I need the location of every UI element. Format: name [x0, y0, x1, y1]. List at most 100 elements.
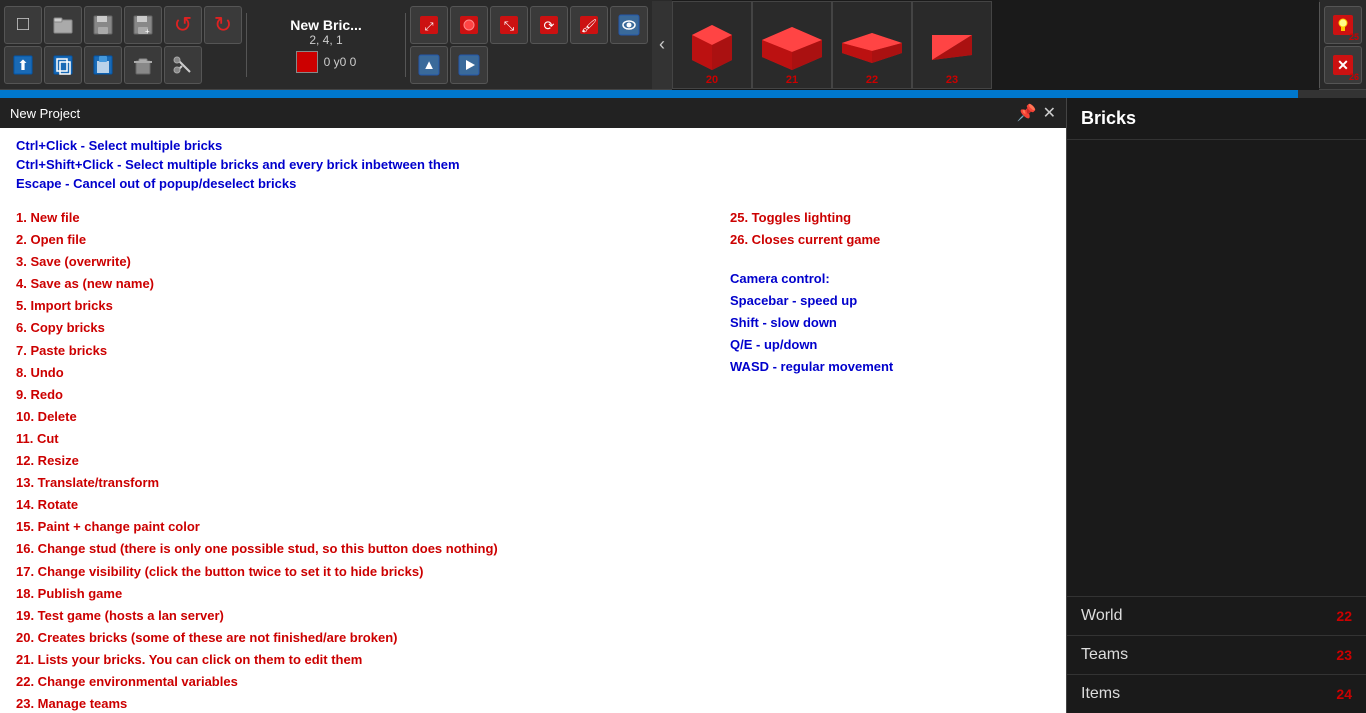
help-main-section: 1. New file2. Open file3. Save (overwrit… [16, 207, 1050, 713]
brick-num-20: 20 [706, 74, 718, 86]
resize-button[interactable]: ⤡ [490, 6, 528, 44]
camera-control-item: Shift - slow down [730, 312, 1050, 334]
help-item: 9. Redo [16, 384, 690, 406]
help-item: 17. Change visibility (click the button … [16, 561, 690, 583]
main-layout: New Project 📌 ✕ Ctrl+Click - Select mult… [0, 98, 1366, 713]
brick-item-21[interactable]: 21 [752, 1, 832, 89]
bricks-display-panel [1067, 140, 1366, 596]
help-item: 11. Cut [16, 428, 690, 450]
copy-bricks-button[interactable] [44, 46, 82, 84]
save-button[interactable] [84, 6, 122, 44]
brick-num-23: 23 [946, 74, 958, 86]
toolbar-center-section: New Bric... 2, 4, 1 0 y0 0 [246, 13, 406, 77]
toolbar-mid-row-2: ▲ [410, 46, 648, 84]
camera-control-title: Camera control: [730, 271, 1050, 286]
xyz-display: 0 y0 0 [324, 55, 357, 69]
brick-item-23[interactable]: 23 [912, 1, 992, 89]
test-game-button[interactable] [450, 46, 488, 84]
import-bricks-button[interactable]: ⬆ [4, 46, 42, 84]
delete-button[interactable] [124, 46, 162, 84]
toolbar-row-2: ⬆ [4, 46, 242, 84]
pin-icon[interactable]: 📌 [1017, 103, 1037, 123]
help-item: 10. Delete [16, 406, 690, 428]
translate-button[interactable]: ⤢ [410, 6, 448, 44]
help-item: 5. Import bricks [16, 295, 690, 317]
project-bar-icons: 📌 ✕ [1017, 103, 1056, 123]
new-file-button[interactable]: □ [4, 6, 42, 44]
help-item: 1. New file [16, 207, 690, 229]
help-item: 15. Paint + change paint color [16, 516, 690, 538]
svg-text:🖌: 🖌 [581, 18, 598, 33]
help-content: Ctrl+Click - Select multiple bricks Ctrl… [0, 128, 1066, 713]
eye-visibility-button[interactable] [610, 6, 648, 44]
help-item: 8. Undo [16, 362, 690, 384]
camera-control-item: Q/E - up/down [730, 334, 1050, 356]
sidebar-title: Bricks [1067, 98, 1366, 140]
toolbar-mid-section: ⤢ ⤡ ⟳ 🖌 ▲ [406, 2, 652, 88]
toolbar-right-extra: 25 ✕ 26 [1319, 2, 1366, 88]
progress-bar-fill [0, 90, 1298, 98]
items-label: Items [1081, 685, 1120, 703]
camera-control-item: WASD - regular movement [730, 356, 1050, 378]
help-item: 19. Test game (hosts a lan server) [16, 605, 690, 627]
toolbar-mid-row-1: ⤢ ⤡ ⟳ 🖌 [410, 6, 648, 44]
help-item: 23. Manage teams [16, 693, 690, 713]
items-num: 24 [1336, 686, 1352, 702]
save-as-button[interactable]: + [124, 6, 162, 44]
help-item: 6. Copy bricks [16, 317, 690, 339]
teams-label: Teams [1081, 646, 1128, 664]
help-item-right: 26. Closes current game [730, 229, 1050, 251]
help-item: 4. Save as (new name) [16, 273, 690, 295]
brick-item-22[interactable]: 22 [832, 1, 912, 89]
brick-num-22: 22 [866, 74, 878, 86]
redo-button[interactable]: ↻ [204, 6, 242, 44]
publish-button[interactable]: ▲ [410, 46, 448, 84]
undo-button[interactable]: ↺ [164, 6, 202, 44]
help-item: 14. Rotate [16, 494, 690, 516]
project-title-display: New Bric... [290, 17, 362, 33]
sidebar-item-world[interactable]: World 22 [1067, 596, 1366, 635]
content-area: New Project 📌 ✕ Ctrl+Click - Select mult… [0, 98, 1066, 713]
brick-nav-left[interactable]: ‹ [652, 1, 672, 89]
rotate-button[interactable]: ⟳ [530, 6, 568, 44]
svg-text:⬆: ⬆ [17, 57, 29, 73]
help-item: 20. Creates bricks (some of these are no… [16, 627, 690, 649]
close-game-button[interactable]: ✕ 26 [1324, 46, 1362, 84]
svg-text:▲: ▲ [423, 57, 436, 72]
help-item: 21. Lists your bricks. You can click on … [16, 649, 690, 671]
svg-text:⤡: ⤡ [504, 18, 515, 33]
right-sidebar: Bricks World 22 Teams 23 Items 24 [1066, 98, 1366, 713]
world-num: 22 [1336, 608, 1352, 624]
shortcut-line-2: Ctrl+Shift+Click - Select multiple brick… [16, 157, 1050, 172]
brick-num-21: 21 [786, 74, 798, 86]
sidebar-item-items[interactable]: Items 24 [1067, 674, 1366, 713]
teams-num: 23 [1336, 647, 1352, 663]
sidebar-item-teams[interactable]: Teams 23 [1067, 635, 1366, 674]
color-row: 0 y0 0 [296, 51, 357, 73]
shortcut-line-3: Escape - Cancel out of popup/deselect br… [16, 176, 1050, 191]
help-item: 18. Publish game [16, 583, 690, 605]
world-label: World [1081, 607, 1123, 625]
main-toolbar: □ + ↺ ↻ ⬆ [0, 0, 1366, 90]
help-right-column: 25. Toggles lighting26. Closes current g… [730, 207, 1050, 713]
color-swatch[interactable] [296, 51, 318, 73]
open-file-button[interactable] [44, 6, 82, 44]
coordinates-display: 2, 4, 1 [309, 33, 342, 47]
close-project-icon[interactable]: ✕ [1043, 103, 1056, 123]
stud-button[interactable] [450, 6, 488, 44]
project-bar: New Project 📌 ✕ [0, 98, 1066, 128]
camera-control-item: Spacebar - speed up [730, 290, 1050, 312]
svg-text:⟳: ⟳ [544, 18, 555, 33]
svg-text:+: + [145, 27, 150, 36]
paste-bricks-button[interactable] [84, 46, 122, 84]
project-bar-title: New Project [10, 106, 80, 121]
paint-button[interactable]: 🖌 [570, 6, 608, 44]
help-item: 2. Open file [16, 229, 690, 251]
cut-button[interactable] [164, 46, 202, 84]
brick-item-20[interactable]: 20 [672, 1, 752, 89]
toggle-lighting-button[interactable]: 25 [1324, 6, 1362, 44]
help-item: 13. Translate/transform [16, 472, 690, 494]
help-left-column: 1. New file2. Open file3. Save (overwrit… [16, 207, 690, 713]
toolbar-left-section: □ + ↺ ↻ ⬆ [0, 2, 246, 88]
help-item: 16. Change stud (there is only one possi… [16, 538, 690, 560]
